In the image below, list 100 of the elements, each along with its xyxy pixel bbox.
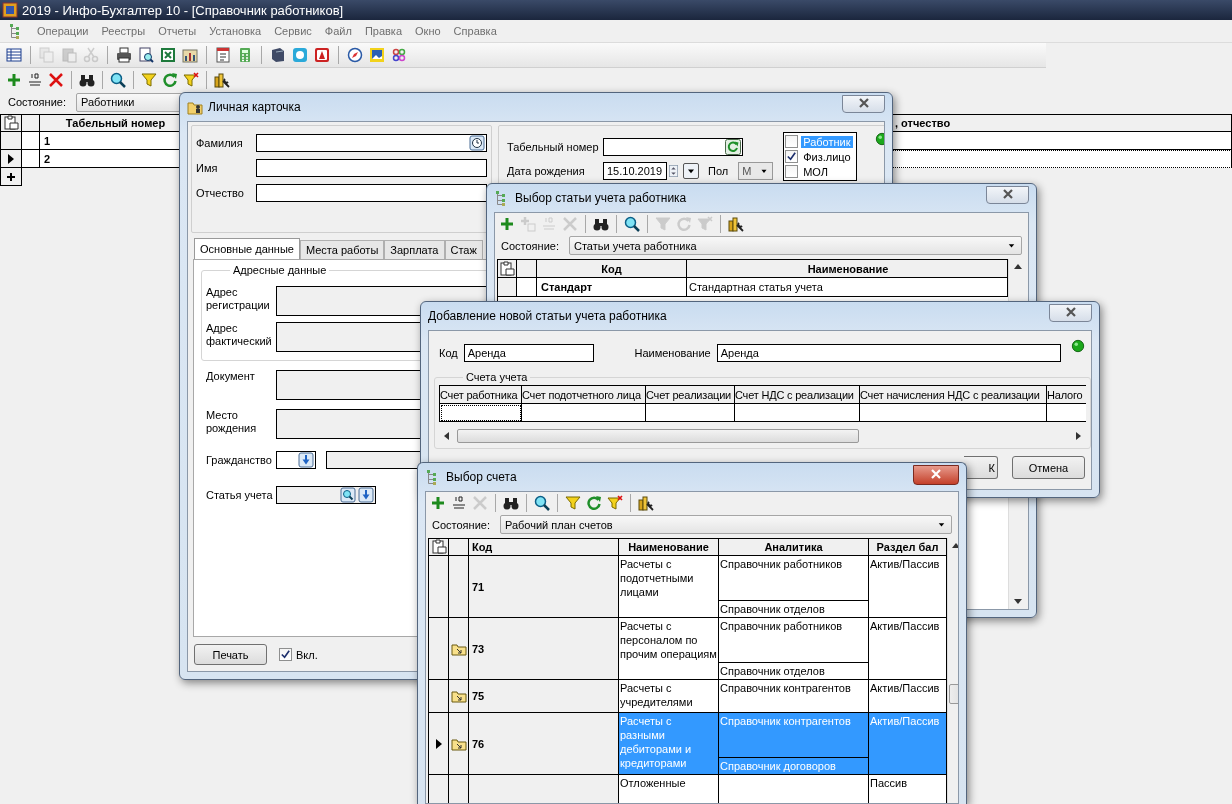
row-header[interactable] bbox=[429, 618, 449, 680]
numbering-icon[interactable] bbox=[451, 495, 467, 511]
tools-icon[interactable] bbox=[638, 495, 654, 511]
ok-button[interactable]: К bbox=[964, 456, 998, 479]
image-icon[interactable] bbox=[369, 47, 385, 63]
compass-icon[interactable] bbox=[347, 47, 363, 63]
search-icon[interactable] bbox=[340, 487, 356, 503]
book-icon[interactable] bbox=[270, 47, 286, 63]
add-icon[interactable] bbox=[6, 72, 22, 88]
input-field[interactable] bbox=[276, 486, 376, 504]
tab[interactable]: Стаж bbox=[444, 240, 483, 259]
print-button[interactable]: Печать bbox=[194, 644, 267, 665]
column-header[interactable]: Раздел бал bbox=[869, 538, 947, 556]
tab[interactable]: Зарплата bbox=[384, 240, 445, 259]
input-field[interactable] bbox=[256, 159, 487, 177]
clock-icon[interactable] bbox=[469, 135, 485, 151]
row-header[interactable] bbox=[0, 132, 22, 150]
close-button[interactable] bbox=[842, 95, 885, 113]
delete-icon[interactable] bbox=[48, 72, 64, 88]
input-field[interactable] bbox=[256, 134, 487, 152]
state-label: Состояние: bbox=[8, 96, 66, 108]
tab[interactable]: Основные данные bbox=[194, 238, 300, 259]
state-dropdown[interactable]: Рабочий план счетов bbox=[499, 515, 952, 534]
row-header[interactable] bbox=[429, 713, 449, 775]
tools-icon[interactable] bbox=[214, 72, 230, 88]
tools-icon[interactable] bbox=[728, 216, 744, 232]
row-header[interactable] bbox=[429, 556, 449, 618]
checkbox[interactable] bbox=[785, 150, 799, 163]
input-field[interactable]: Аренда bbox=[463, 344, 595, 362]
binoculars-icon[interactable] bbox=[503, 495, 519, 511]
row-header[interactable] bbox=[429, 680, 449, 713]
column-header[interactable]: Аналитика bbox=[719, 538, 869, 556]
table-icon[interactable] bbox=[6, 47, 22, 63]
column-header[interactable]: Счет реализации bbox=[646, 386, 735, 404]
column-header[interactable]: Код bbox=[537, 259, 687, 278]
column-header[interactable]: Счет начисления НДС с реализации bbox=[860, 386, 1047, 404]
table-cell: Пассив bbox=[869, 775, 947, 803]
field-label: Имя bbox=[196, 162, 219, 174]
input-field[interactable] bbox=[603, 138, 743, 156]
cancel-button[interactable]: Отмена bbox=[1012, 456, 1085, 479]
refresh-icon[interactable] bbox=[586, 495, 602, 511]
column-header[interactable]: Наименование bbox=[687, 259, 1008, 278]
refresh-icon[interactable] bbox=[725, 139, 741, 155]
table-cell[interactable] bbox=[646, 404, 735, 422]
printer-icon[interactable] bbox=[116, 47, 132, 63]
close-button[interactable] bbox=[986, 186, 1029, 204]
spreadsheet-icon[interactable] bbox=[160, 47, 176, 63]
close-button[interactable] bbox=[1049, 304, 1092, 322]
date-field[interactable]: 15.10.2019 bbox=[603, 162, 667, 180]
checkbox-label[interactable]: Вкл. bbox=[296, 648, 318, 661]
add-icon[interactable] bbox=[499, 216, 515, 232]
column-header[interactable]: Код bbox=[469, 538, 619, 556]
dropdown-button[interactable] bbox=[683, 163, 699, 179]
binoculars-icon[interactable] bbox=[79, 72, 95, 88]
gender-dropdown[interactable]: М bbox=[738, 162, 774, 180]
filter-clear-icon[interactable] bbox=[183, 72, 199, 88]
table-cell[interactable] bbox=[440, 404, 522, 422]
checkbox[interactable] bbox=[785, 165, 799, 178]
add-icon[interactable] bbox=[430, 495, 446, 511]
numbering-icon[interactable] bbox=[27, 72, 43, 88]
calendar-icon[interactable] bbox=[215, 47, 231, 63]
column-header[interactable]: Счет НДС с реализации bbox=[735, 386, 860, 404]
search-icon[interactable] bbox=[110, 72, 126, 88]
input-field[interactable] bbox=[256, 184, 487, 202]
column-header[interactable]: Счет работника bbox=[440, 386, 522, 404]
checkbox[interactable] bbox=[279, 648, 292, 661]
status-light-icon bbox=[1071, 339, 1085, 353]
table-cell[interactable] bbox=[735, 404, 860, 422]
checkbox-list[interactable]: Работник Физ.лицо МОЛ bbox=[783, 132, 858, 181]
page-magnifier-icon[interactable] bbox=[138, 47, 154, 63]
row-header[interactable] bbox=[0, 150, 22, 168]
checkbox-label[interactable]: Физ.лицо bbox=[801, 150, 853, 163]
chart-icon[interactable] bbox=[182, 47, 198, 63]
filter-icon[interactable] bbox=[141, 72, 157, 88]
table-cell[interactable] bbox=[522, 404, 646, 422]
calculator-icon[interactable] bbox=[237, 47, 253, 63]
table-cell[interactable] bbox=[1047, 404, 1086, 422]
filter-clear-icon[interactable] bbox=[607, 495, 623, 511]
checkbox-label[interactable]: МОЛ bbox=[801, 165, 831, 178]
field-label: Наименование bbox=[634, 347, 711, 359]
column-header[interactable]: Наименование bbox=[619, 538, 719, 556]
filter-icon[interactable] bbox=[565, 495, 581, 511]
checkbox[interactable] bbox=[785, 135, 799, 148]
table-cell: Расчеты с подотчетными лицами bbox=[619, 556, 719, 618]
state-dropdown[interactable]: Статьи учета работника bbox=[568, 236, 1022, 255]
row-header[interactable] bbox=[498, 278, 517, 297]
input-field[interactable]: Аренда bbox=[716, 344, 1061, 362]
refresh-icon[interactable] bbox=[162, 72, 178, 88]
tab[interactable]: Места работы bbox=[299, 240, 385, 259]
rings-icon[interactable] bbox=[391, 47, 407, 63]
search-icon[interactable] bbox=[624, 216, 640, 232]
column-header[interactable]: , отчество bbox=[893, 114, 1232, 132]
column-header[interactable]: Счет подотчетного лица bbox=[522, 386, 646, 404]
input-field[interactable] bbox=[276, 451, 316, 469]
table-cell-text: Справочник договоров bbox=[719, 759, 837, 774]
search-icon[interactable] bbox=[534, 495, 550, 511]
table-cell[interactable] bbox=[860, 404, 1047, 422]
field-label: Статья учета bbox=[206, 488, 274, 502]
close-button[interactable] bbox=[913, 465, 959, 485]
binoculars-icon[interactable] bbox=[593, 216, 609, 232]
